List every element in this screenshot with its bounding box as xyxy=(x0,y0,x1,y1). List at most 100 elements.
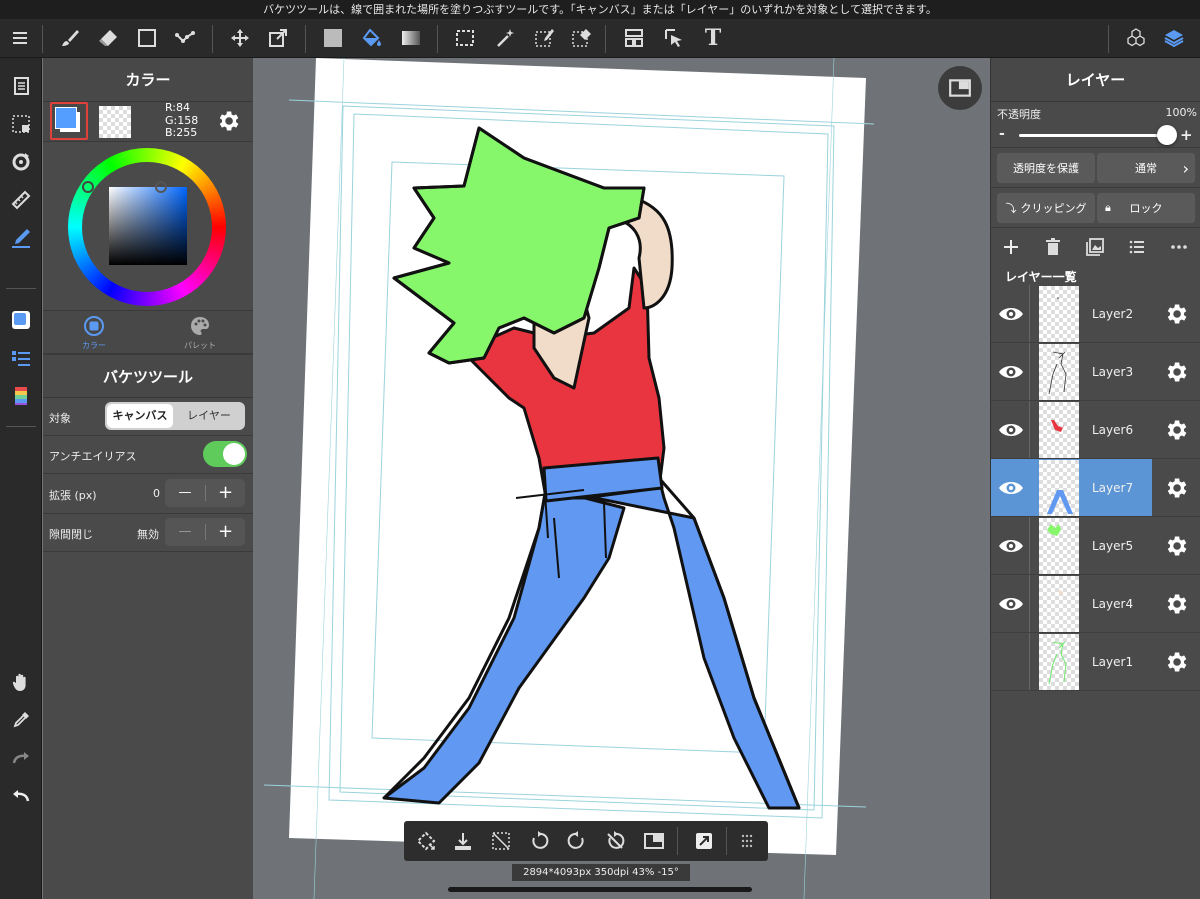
layer-row-layer4[interactable]: Layer4 xyxy=(991,575,1200,633)
eyedropper-icon[interactable] xyxy=(4,704,38,736)
eye-icon[interactable] xyxy=(995,531,1027,561)
3d-material-icon[interactable] xyxy=(1118,19,1154,57)
deselect-icon[interactable] xyxy=(483,822,519,860)
layer-row-layer5[interactable]: Layer5 xyxy=(991,517,1200,575)
rotate-canvas-icon[interactable] xyxy=(4,146,38,178)
expand-value: 0 xyxy=(153,487,160,500)
fill-color-icon[interactable] xyxy=(315,19,351,57)
layers-icon[interactable] xyxy=(1156,19,1192,57)
save-download-icon[interactable] xyxy=(445,822,481,860)
page-icon[interactable] xyxy=(4,70,38,102)
brush-icon[interactable] xyxy=(52,19,88,57)
grid-dots-icon[interactable] xyxy=(729,822,765,860)
tab-palette[interactable]: パレット xyxy=(175,315,225,351)
ruler-icon[interactable] xyxy=(4,184,38,216)
add-layer-icon[interactable] xyxy=(993,228,1029,266)
select-pen-icon[interactable] xyxy=(526,19,562,57)
delete-layer-icon[interactable] xyxy=(1035,228,1071,266)
layer-settings-gear-icon[interactable] xyxy=(1163,359,1189,385)
tab-color[interactable]: カラー xyxy=(69,315,119,351)
eye-icon[interactable] xyxy=(995,415,1027,445)
antialias-toggle[interactable] xyxy=(203,441,247,467)
antialias-label: アンチエイリアス xyxy=(49,450,137,463)
protect-alpha-button[interactable]: 透明度を保護 xyxy=(997,153,1095,183)
dot-tool-icon[interactable] xyxy=(167,19,203,57)
bucket-icon[interactable] xyxy=(354,19,390,57)
fit-transform-icon[interactable] xyxy=(408,822,444,860)
saturation-value-square[interactable] xyxy=(109,187,187,265)
layer-row-layer7-selected[interactable]: Layer7 xyxy=(991,459,1152,517)
gap-close-label: 隙間閉じ xyxy=(49,528,93,541)
hue-handle[interactable] xyxy=(82,181,94,193)
sv-handle[interactable] xyxy=(155,181,167,193)
selection-layer-icon[interactable] xyxy=(4,108,38,140)
navigator-toggle-icon[interactable] xyxy=(636,822,672,860)
navigator-button[interactable] xyxy=(938,66,982,110)
lock-button[interactable]: 🔒︎ ロック xyxy=(1097,193,1195,223)
menu-icon[interactable] xyxy=(2,19,38,57)
select-layer-icon[interactable] xyxy=(656,19,692,57)
eye-icon[interactable] xyxy=(995,473,1027,503)
rotate-right-icon[interactable] xyxy=(559,822,595,860)
eye-icon[interactable] xyxy=(995,357,1027,387)
layout-icon[interactable] xyxy=(616,19,652,57)
clipping-button[interactable]: ⤵ クリッピング xyxy=(997,193,1095,223)
color-settings-gear-icon[interactable] xyxy=(215,108,241,134)
color-circle-icon xyxy=(84,316,104,336)
layer-list-icon[interactable] xyxy=(1119,228,1155,266)
undo-icon[interactable] xyxy=(4,780,38,812)
material-shortcut-icon[interactable] xyxy=(686,822,722,860)
blend-mode-button[interactable]: 通常 › xyxy=(1097,153,1195,183)
eye-icon[interactable] xyxy=(995,589,1027,619)
canvas-area[interactable]: 2894*4093px 350dpi 43% -15° xyxy=(254,58,989,899)
layer-settings-gear-icon[interactable] xyxy=(1163,417,1189,443)
opacity-slider[interactable] xyxy=(1019,125,1177,145)
layer-settings-gear-icon[interactable] xyxy=(1163,475,1189,501)
import-image-icon[interactable] xyxy=(1077,228,1113,266)
expand-minus-button[interactable]: — xyxy=(165,479,205,507)
rotate-left-icon[interactable] xyxy=(521,822,557,860)
layer-row-layer2[interactable]: Layer2 xyxy=(991,285,1200,343)
gradient-icon[interactable] xyxy=(393,19,429,57)
layer-row-layer1[interactable]: Layer1 xyxy=(991,633,1200,691)
color-panel: カラー R:84 G:158 B:255 カラー パレット バケツツール 対象 … xyxy=(43,58,253,899)
layer-settings-gear-icon[interactable] xyxy=(1163,533,1189,559)
redo-icon[interactable] xyxy=(4,742,38,774)
gap-plus-button[interactable]: + xyxy=(206,518,245,546)
reset-rotation-icon[interactable] xyxy=(597,822,633,860)
main-color-swatch[interactable] xyxy=(50,102,88,140)
opacity-minus-button[interactable]: - xyxy=(999,126,1005,142)
color-wheel[interactable] xyxy=(68,148,226,306)
target-layer-option[interactable]: レイヤー xyxy=(175,404,243,428)
chevron-right-icon: › xyxy=(1182,158,1189,178)
sub-color-swatch[interactable] xyxy=(99,106,131,138)
layer-settings-gear-icon[interactable] xyxy=(1163,301,1189,327)
gap-minus-button[interactable]: — xyxy=(165,518,205,546)
selection-icon[interactable] xyxy=(447,19,483,57)
eye-icon[interactable] xyxy=(995,299,1027,329)
rectangle-icon[interactable] xyxy=(129,19,165,57)
text-tool-icon[interactable]: T xyxy=(695,19,731,57)
pen-snap-icon[interactable] xyxy=(4,222,38,254)
canvas-bottom-toolbar xyxy=(404,821,768,861)
opacity-plus-button[interactable]: + xyxy=(1180,126,1193,144)
magic-wand-icon[interactable] xyxy=(487,19,523,57)
brush-list-icon[interactable] xyxy=(4,342,38,374)
layer-row-layer3[interactable]: Layer3 xyxy=(991,343,1200,401)
expand-label: 拡張 (px) xyxy=(49,489,97,502)
more-options-icon[interactable] xyxy=(1161,228,1197,266)
color-palette-strip-icon[interactable] xyxy=(4,380,38,412)
expand-plus-button[interactable]: + xyxy=(206,479,245,507)
select-eraser-icon[interactable] xyxy=(563,19,599,57)
layer-row-layer6[interactable]: Layer6 xyxy=(991,401,1200,459)
move-icon[interactable] xyxy=(222,19,258,57)
opacity-slider-thumb[interactable] xyxy=(1157,125,1177,145)
eraser-icon[interactable] xyxy=(90,19,126,57)
layer-settings-gear-icon[interactable] xyxy=(1163,649,1189,675)
color-panel-icon[interactable] xyxy=(4,304,38,336)
hand-icon[interactable] xyxy=(4,666,38,698)
opacity-value: 100% xyxy=(1165,106,1197,119)
transform-icon[interactable] xyxy=(260,19,296,57)
layer-settings-gear-icon[interactable] xyxy=(1163,591,1189,617)
target-canvas-option[interactable]: キャンバス xyxy=(107,404,173,428)
